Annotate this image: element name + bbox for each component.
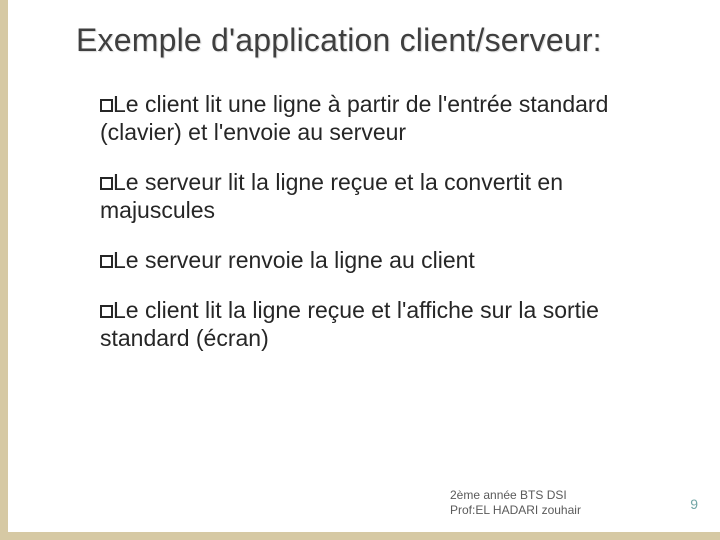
square-bullet-icon [100, 255, 113, 268]
list-item: Le client lit la ligne reçue et l'affich… [100, 296, 660, 352]
page-number: 9 [690, 496, 698, 512]
square-bullet-icon [100, 177, 113, 190]
list-item: Le client lit une ligne à partir de l'en… [100, 90, 660, 146]
bullet-text: Le client lit la ligne reçue et l'affich… [100, 297, 599, 351]
square-bullet-icon [100, 99, 113, 112]
square-bullet-icon [100, 305, 113, 318]
slide: Exemple d'application client/serveur: Le… [0, 0, 720, 540]
slide-body: Le client lit une ligne à partir de l'en… [100, 90, 660, 374]
footer-line-1: 2ème année BTS DSI [450, 488, 581, 503]
bullet-text: Le serveur renvoie la ligne au client [113, 247, 475, 273]
list-item: Le serveur renvoie la ligne au client [100, 246, 660, 274]
bullet-text: Le client lit une ligne à partir de l'en… [100, 91, 608, 145]
footer: 2ème année BTS DSI Prof:EL HADARI zouhai… [450, 488, 581, 518]
decorative-left-border [0, 0, 8, 540]
bullet-text: Le serveur lit la ligne reçue et la conv… [100, 169, 563, 223]
slide-title: Exemple d'application client/serveur: [76, 22, 680, 59]
footer-line-2: Prof:EL HADARI zouhair [450, 503, 581, 518]
decorative-bottom-border [0, 532, 720, 540]
list-item: Le serveur lit la ligne reçue et la conv… [100, 168, 660, 224]
